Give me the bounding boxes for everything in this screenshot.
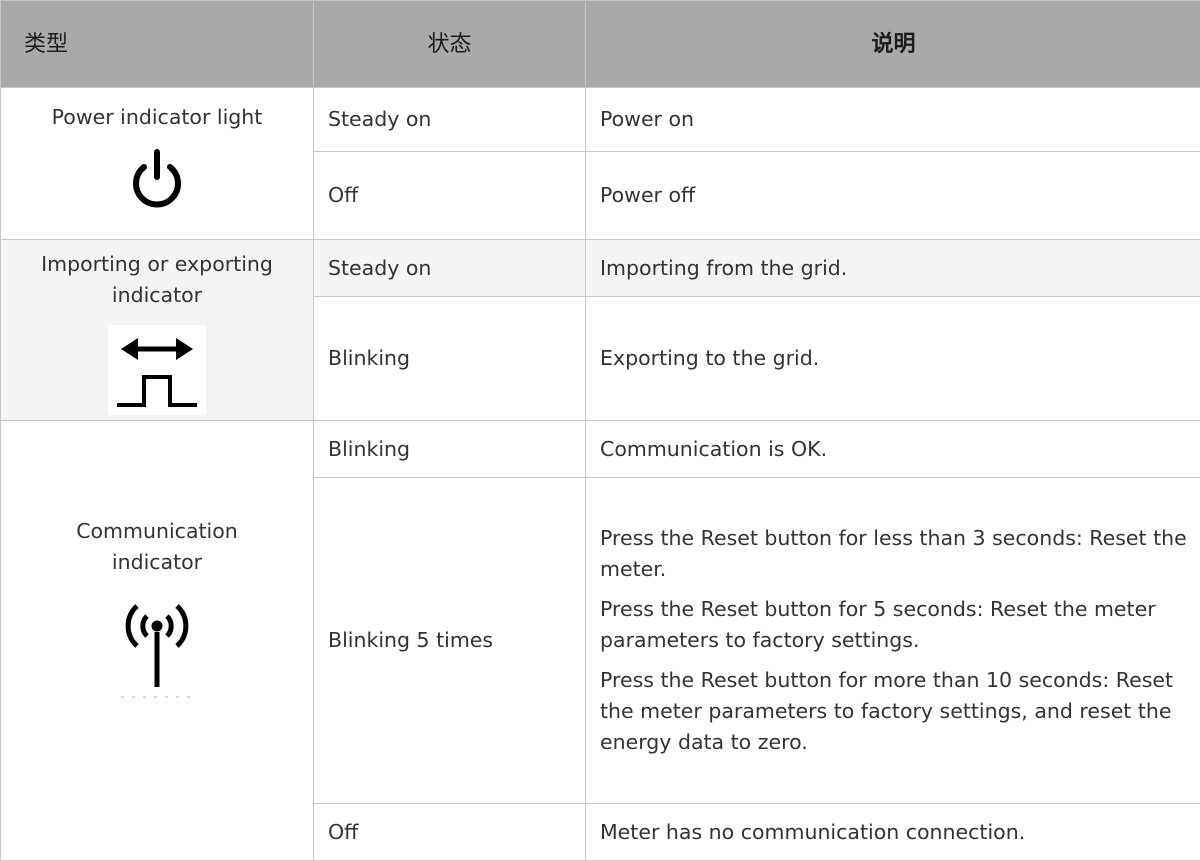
import-export-icon bbox=[108, 325, 206, 415]
type-label-import-export: Importing or exporting indicator bbox=[41, 252, 273, 307]
state-cell: Blinking bbox=[313, 296, 586, 421]
state-cell: Blinking 5 times bbox=[313, 477, 586, 804]
state-cell: Blinking bbox=[313, 420, 586, 478]
description-cell: Communication is OK. bbox=[585, 420, 1200, 478]
description-text: Press the Reset button for 5 seconds: Re… bbox=[600, 597, 1156, 652]
table-row: Communication indicator Blinking Communi… bbox=[0, 420, 1200, 861]
signal-antenna-icon bbox=[121, 604, 193, 698]
type-cell-communication: Communication indicator bbox=[0, 420, 314, 861]
description-cell: Meter has no communication connection. bbox=[585, 803, 1200, 861]
state-cell: Off bbox=[313, 803, 586, 861]
description-cell: Power on bbox=[585, 87, 1200, 152]
type-label-communication: Communication indicator bbox=[76, 519, 238, 574]
description-text: Press the Reset button for less than 3 s… bbox=[600, 526, 1187, 581]
description-text: Communication is OK. bbox=[600, 436, 828, 461]
description-text: Importing from the grid. bbox=[600, 255, 848, 280]
description-text: Meter has no communication connection. bbox=[600, 819, 1026, 844]
header-row: 类型 状态 说明 bbox=[0, 0, 1200, 88]
description-text: Exporting to the grid. bbox=[600, 346, 820, 370]
type-cell-power: Power indicator light bbox=[0, 87, 314, 240]
power-icon bbox=[133, 149, 181, 208]
description-text: Power off bbox=[600, 183, 696, 207]
state-cell: Off bbox=[313, 151, 586, 240]
description-cell: Importing from the grid. bbox=[585, 239, 1200, 297]
type-cell-import-export: Importing or exporting indicator bbox=[0, 239, 314, 421]
type-label-power: Power indicator light bbox=[51, 105, 263, 129]
description-cell: Exporting to the grid. bbox=[585, 296, 1200, 421]
column-header-state: 状态 bbox=[313, 0, 586, 88]
description-cell: Power off bbox=[585, 151, 1200, 240]
state-cell: Steady on bbox=[313, 239, 586, 297]
table-row: Power indicator light Steady on Power on bbox=[0, 87, 1200, 240]
description-text: Press the Reset button for more than 10 … bbox=[600, 668, 1174, 754]
state-cell: Steady on bbox=[313, 87, 586, 152]
table-row: Importing or exporting indicator Steady … bbox=[0, 239, 1200, 421]
indicator-table: 类型 状态 说明 Power indicator light Steady on… bbox=[0, 0, 1200, 861]
description-text: Power on bbox=[600, 107, 695, 131]
column-header-description: 说明 bbox=[585, 0, 1200, 88]
column-header-type: 类型 bbox=[0, 0, 314, 88]
description-cell: Press the Reset button for less than 3 s… bbox=[585, 477, 1200, 804]
